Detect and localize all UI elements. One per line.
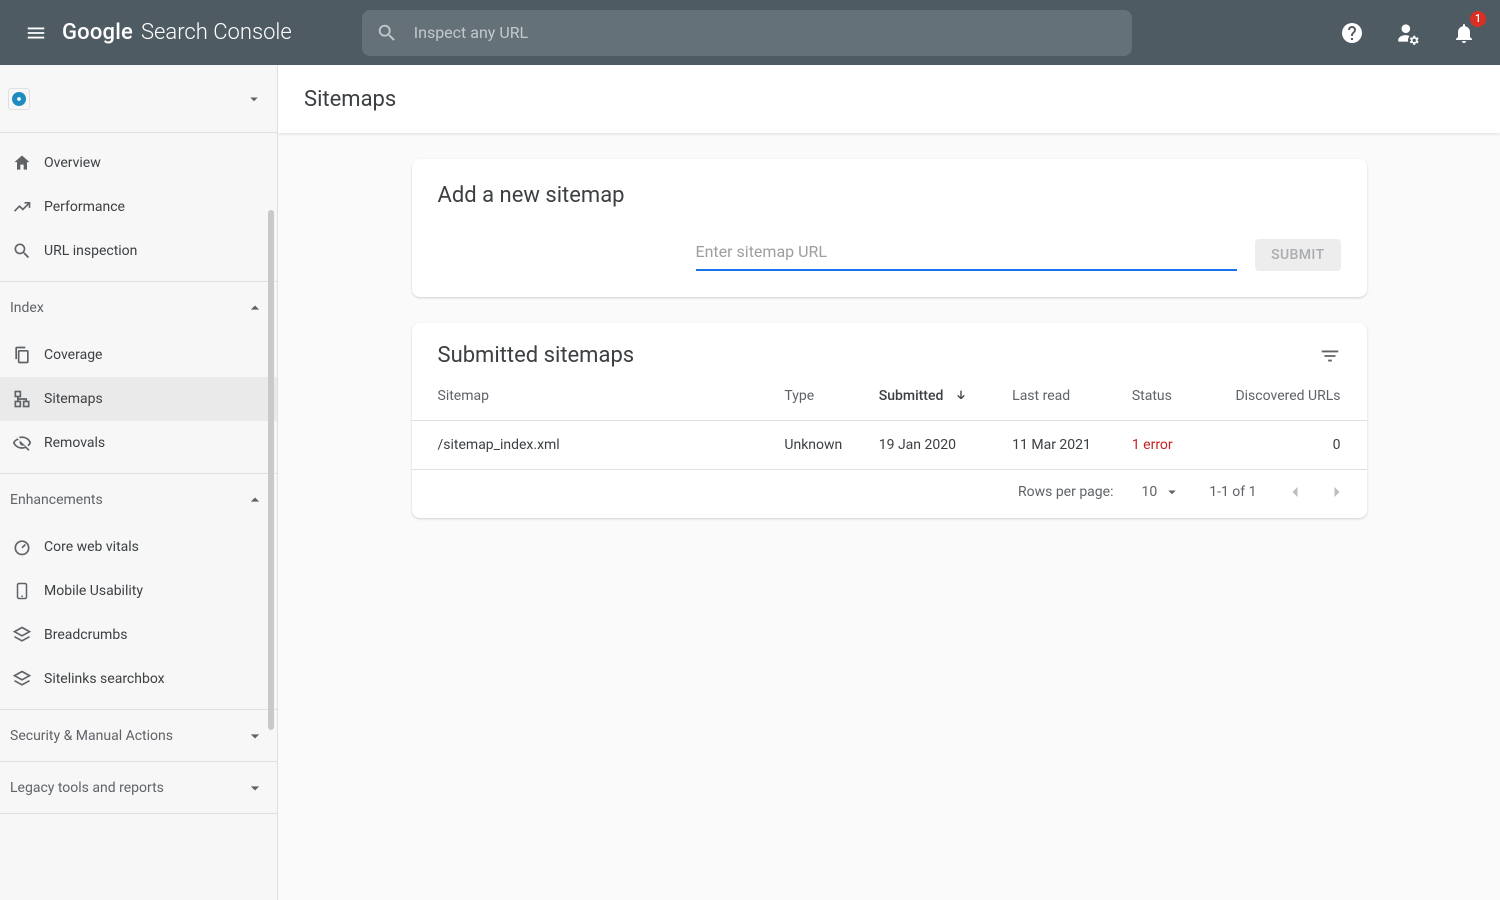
chevron-down-icon [245, 90, 263, 108]
sidebar-item-label: Coverage [44, 347, 102, 363]
col-sitemap[interactable]: Sitemap [412, 372, 775, 421]
chevron-up-icon [245, 490, 265, 510]
search-icon [10, 239, 34, 263]
hamburger-menu[interactable] [16, 13, 56, 53]
chevron-down-icon [245, 726, 265, 746]
sidebar-item-performance[interactable]: Performance [0, 185, 277, 229]
sidebar-item-sitemaps[interactable]: Sitemaps [0, 377, 277, 421]
add-sitemap-title: Add a new sitemap [438, 183, 1341, 208]
next-page-button[interactable] [1327, 482, 1347, 502]
sidebar-item-label: Mobile Usability [44, 583, 143, 599]
cell-discovered: 0 [1196, 421, 1367, 470]
sidebar: Overview Performance URL inspection Inde… [0, 65, 278, 900]
person-gear-icon [1395, 20, 1421, 46]
submit-button[interactable]: SUBMIT [1255, 239, 1340, 271]
chevron-up-icon [245, 298, 265, 318]
rows-per-page-select[interactable]: 10 [1141, 483, 1181, 501]
sidebar-group-label: Enhancements [10, 492, 103, 508]
header-search[interactable] [362, 10, 1132, 56]
sidebar-item-removals[interactable]: Removals [0, 421, 277, 465]
table-row[interactable]: /sitemap_index.xml Unknown 19 Jan 2020 1… [412, 421, 1367, 470]
sidebar-item-label: Performance [44, 199, 125, 215]
add-sitemap-card: Add a new sitemap SUBMIT [412, 159, 1367, 297]
chevron-down-icon [1163, 483, 1181, 501]
brand-search-console: Search Console [141, 20, 292, 45]
main-content: Sitemaps Add a new sitemap SUBMIT Submit… [278, 65, 1500, 900]
mobile-icon [10, 579, 34, 603]
app-header: Google Search Console 1 [0, 0, 1500, 65]
sidebar-item-label: Overview [44, 155, 101, 171]
col-last-read[interactable]: Last read [1002, 372, 1122, 421]
visibility-off-icon [10, 431, 34, 455]
page-title: Sitemaps [278, 65, 1500, 133]
sidebar-item-mobile-usability[interactable]: Mobile Usability [0, 569, 277, 613]
sidebar-item-overview[interactable]: Overview [0, 141, 277, 185]
sidebar-item-label: Breadcrumbs [44, 627, 127, 643]
speed-icon [10, 535, 34, 559]
home-icon [10, 151, 34, 175]
cell-submitted: 19 Jan 2020 [869, 421, 1002, 470]
cell-status: 1 error [1122, 421, 1196, 470]
cell-type: Unknown [774, 421, 868, 470]
account-settings-button[interactable] [1388, 13, 1428, 53]
sidebar-item-label: Core web vitals [44, 539, 139, 555]
sitemap-url-input[interactable] [696, 238, 1238, 271]
sidebar-item-url-inspection[interactable]: URL inspection [0, 229, 277, 273]
sitemap-icon [10, 387, 34, 411]
sidebar-nav: Overview Performance URL inspection Inde… [0, 141, 277, 829]
sitemaps-table: Sitemap Type Submitted Last read Status … [412, 372, 1367, 470]
layers-icon [10, 623, 34, 647]
submitted-sitemaps-title: Submitted sitemaps [438, 343, 635, 368]
property-favicon [8, 88, 30, 110]
brand-google: Google [62, 20, 133, 45]
sidebar-item-label: Sitelinks searchbox [44, 671, 165, 687]
search-input[interactable] [412, 22, 1118, 43]
sidebar-item-label: Sitemaps [44, 391, 103, 407]
sidebar-group-label: Security & Manual Actions [10, 728, 173, 744]
help-icon [1340, 21, 1364, 45]
sidebar-scrollbar[interactable] [268, 210, 274, 730]
sidebar-item-label: URL inspection [44, 243, 137, 259]
sidebar-item-sitelinks-searchbox[interactable]: Sitelinks searchbox [0, 657, 277, 701]
sidebar-group-security[interactable]: Security & Manual Actions [0, 709, 277, 761]
property-selector[interactable] [0, 65, 277, 133]
pagination-range: 1-1 of 1 [1209, 484, 1256, 500]
col-discovered[interactable]: Discovered URLs [1196, 372, 1367, 421]
wordpress-icon [12, 92, 26, 106]
notifications-button[interactable]: 1 [1444, 13, 1484, 53]
sidebar-group-label: Legacy tools and reports [10, 780, 164, 796]
notifications-badge: 1 [1470, 11, 1486, 27]
col-submitted-label: Submitted [879, 388, 944, 404]
trend-icon [10, 195, 34, 219]
sidebar-item-core-web-vitals[interactable]: Core web vitals [0, 525, 277, 569]
brand[interactable]: Google Search Console [62, 20, 292, 45]
arrow-down-icon [953, 388, 969, 404]
cell-last-read: 11 Mar 2021 [1002, 421, 1122, 470]
filter-icon [1319, 345, 1341, 367]
table-footer: Rows per page: 10 1-1 of 1 [412, 470, 1367, 518]
rows-per-page-label: Rows per page: [1018, 484, 1113, 500]
col-status[interactable]: Status [1122, 372, 1196, 421]
filter-button[interactable] [1319, 345, 1341, 367]
sidebar-item-coverage[interactable]: Coverage [0, 333, 277, 377]
help-button[interactable] [1332, 13, 1372, 53]
sidebar-group-index[interactable]: Index [0, 281, 277, 333]
prev-page-button[interactable] [1285, 482, 1305, 502]
chevron-down-icon [245, 778, 265, 798]
sidebar-group-enhancements[interactable]: Enhancements [0, 473, 277, 525]
rows-per-page-value: 10 [1141, 484, 1157, 500]
col-type[interactable]: Type [774, 372, 868, 421]
sidebar-item-label: Removals [44, 435, 105, 451]
col-submitted[interactable]: Submitted [869, 372, 1002, 421]
sidebar-item-breadcrumbs[interactable]: Breadcrumbs [0, 613, 277, 657]
search-icon [376, 22, 398, 44]
sidebar-group-label: Index [10, 300, 44, 316]
menu-icon [25, 22, 47, 44]
submitted-sitemaps-card: Submitted sitemaps Sitemap Type Submitte… [412, 323, 1367, 518]
sidebar-group-legacy[interactable]: Legacy tools and reports [0, 761, 277, 813]
copy-icon [10, 343, 34, 367]
layers-icon [10, 667, 34, 691]
cell-sitemap: /sitemap_index.xml [412, 421, 775, 470]
